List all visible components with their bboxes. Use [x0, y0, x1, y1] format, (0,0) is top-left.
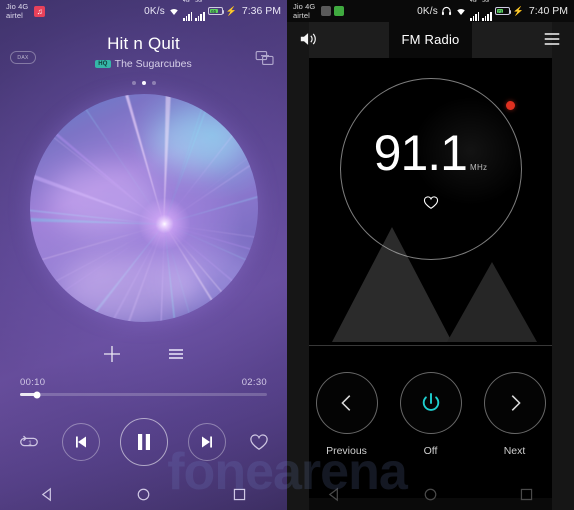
tuner-marker[interactable]: [505, 101, 515, 110]
previous-station-button-label: Previous: [326, 445, 367, 457]
chevron-right-icon[interactable]: [483, 372, 546, 434]
tuner-dial-container: 91.1 MHz: [287, 78, 574, 260]
elapsed-time: 00:10: [20, 377, 46, 388]
carrier-line-2: airtel: [6, 11, 23, 20]
sim2-indicator: 3G: [195, 0, 205, 21]
bg-mountain-small: [447, 262, 537, 342]
carrier-label: Jio 4G airtel: [293, 2, 315, 21]
page-indicator: [10, 81, 277, 85]
favorite-button[interactable]: [246, 429, 272, 455]
seek-times: 00:10 02:30: [20, 377, 267, 388]
home-circle-icon[interactable]: [423, 487, 438, 502]
page-dot-active[interactable]: [141, 81, 146, 85]
cast-icon[interactable]: [255, 50, 275, 66]
playback-controls: 1: [0, 418, 287, 466]
next-button[interactable]: [187, 423, 226, 461]
fm-controls: Previous Off Next: [287, 372, 574, 457]
status-left-icons: [321, 6, 345, 16]
status-right-icons: 0K/s 4G 3G 71 ⚡ 7:40 PM: [417, 0, 568, 21]
sim1-indicator: 4G: [469, 0, 480, 21]
wifi-icon: [457, 9, 465, 15]
page-dot[interactable]: [131, 81, 136, 85]
status-clock: 7:36 PM: [241, 5, 281, 17]
charging-bolt-icon: ⚡: [512, 5, 524, 16]
back-triangle-icon[interactable]: [40, 487, 55, 502]
fm-navbar: [287, 478, 574, 510]
screenshot-root: Jio 4G airtel ♫ 0K/s 4G 3G 65 ⚡ 7:36 PM …: [0, 0, 574, 510]
seek-handle[interactable]: [33, 391, 41, 398]
artist-row: HQ The Sugarcubes: [10, 58, 277, 70]
home-circle-icon[interactable]: [136, 487, 151, 502]
battery-icon: 71: [494, 7, 512, 15]
power-toggle-button-label: Off: [423, 445, 438, 457]
status-left-icons: ♫: [34, 5, 46, 17]
status-clock: 7:40 PM: [528, 5, 568, 17]
status-right-icons: 0K/s 4G 3G 65 ⚡ 7:36 PM: [144, 0, 281, 21]
back-triangle-icon[interactable]: [327, 487, 342, 502]
fm-header: FM Radio: [287, 22, 574, 56]
fm-radio-screen: Jio 4G airtel 0K/s 4G 3G 71 ⚡ 7:40 PM FM…: [287, 0, 574, 510]
tuner-dial[interactable]: 91.1 MHz: [339, 78, 522, 260]
charging-bolt-icon: ⚡: [225, 5, 237, 16]
fm-status-bar: Jio 4G airtel 0K/s 4G 3G 71 ⚡ 7:40 PM: [287, 0, 574, 22]
total-duration: 02:30: [241, 377, 267, 388]
repeat-one-icon[interactable]: 1: [16, 429, 42, 455]
dax-badge[interactable]: DAX: [10, 51, 36, 64]
artwork-rays: [29, 94, 258, 322]
secondary-actions: [0, 344, 287, 364]
frequency-value: 91.1: [373, 125, 468, 181]
frequency-unit: MHz: [469, 163, 488, 172]
wifi-icon: [170, 9, 178, 15]
music-status-bar: Jio 4G airtel ♫ 0K/s 4G 3G 65 ⚡ 7:36 PM: [0, 0, 287, 22]
hq-badge: HQ: [95, 60, 111, 68]
previous-station-button[interactable]: Previous: [315, 372, 378, 457]
player-header: DAX Hit n Quit HQ The Sugarcubes: [0, 22, 287, 85]
album-artwork[interactable]: [29, 94, 258, 322]
data-rate-label: 0K/s: [144, 5, 165, 17]
music-player-screen: Jio 4G airtel ♫ 0K/s 4G 3G 65 ⚡ 7:36 PM …: [0, 0, 287, 510]
recents-square-icon[interactable]: [232, 487, 247, 502]
artist-name: The Sugarcubes: [114, 58, 192, 70]
music-note-icon: ♫: [34, 5, 46, 17]
menu-icon[interactable]: [542, 30, 562, 48]
heart-outline-icon[interactable]: [423, 195, 439, 210]
power-toggle-button[interactable]: Off: [399, 372, 462, 457]
sim2-indicator: 3G: [482, 0, 492, 21]
next-station-button[interactable]: Next: [483, 372, 546, 457]
data-rate-label: 0K/s: [417, 5, 438, 17]
music-navbar: [0, 478, 287, 510]
album-art-container: [0, 94, 287, 322]
power-icon[interactable]: [399, 372, 462, 434]
page-title: FM Radio: [401, 31, 460, 47]
recents-square-icon[interactable]: [519, 487, 534, 502]
pause-button[interactable]: [119, 418, 168, 466]
battery-icon: 65: [207, 7, 225, 15]
carrier-line-1: Jio 4G: [6, 1, 29, 11]
playlist-icon[interactable]: [166, 344, 186, 364]
next-station-button-label: Next: [503, 445, 526, 457]
sim1-indicator: 4G: [182, 0, 193, 21]
headset-icon: [441, 6, 451, 16]
carrier-label: Jio 4G airtel: [6, 2, 28, 21]
divider-line: [309, 345, 552, 346]
page-dot[interactable]: [151, 81, 156, 85]
frequency-display: 91.1 MHz: [374, 128, 488, 178]
seek-bar[interactable]: [20, 391, 267, 398]
speaker-icon[interactable]: [299, 30, 319, 48]
carrier-line-2: airtel: [293, 11, 310, 20]
page-title: Hit n Quit: [107, 34, 180, 53]
chevron-left-icon[interactable]: [315, 372, 378, 434]
seek-area: 00:10 02:30: [0, 377, 287, 398]
app-icon: [321, 6, 332, 16]
previous-button[interactable]: [61, 423, 100, 461]
svg-text:1: 1: [28, 440, 32, 447]
shield-icon: [334, 6, 345, 16]
plus-icon[interactable]: [102, 344, 122, 364]
carrier-line-1: Jio 4G: [293, 1, 316, 11]
